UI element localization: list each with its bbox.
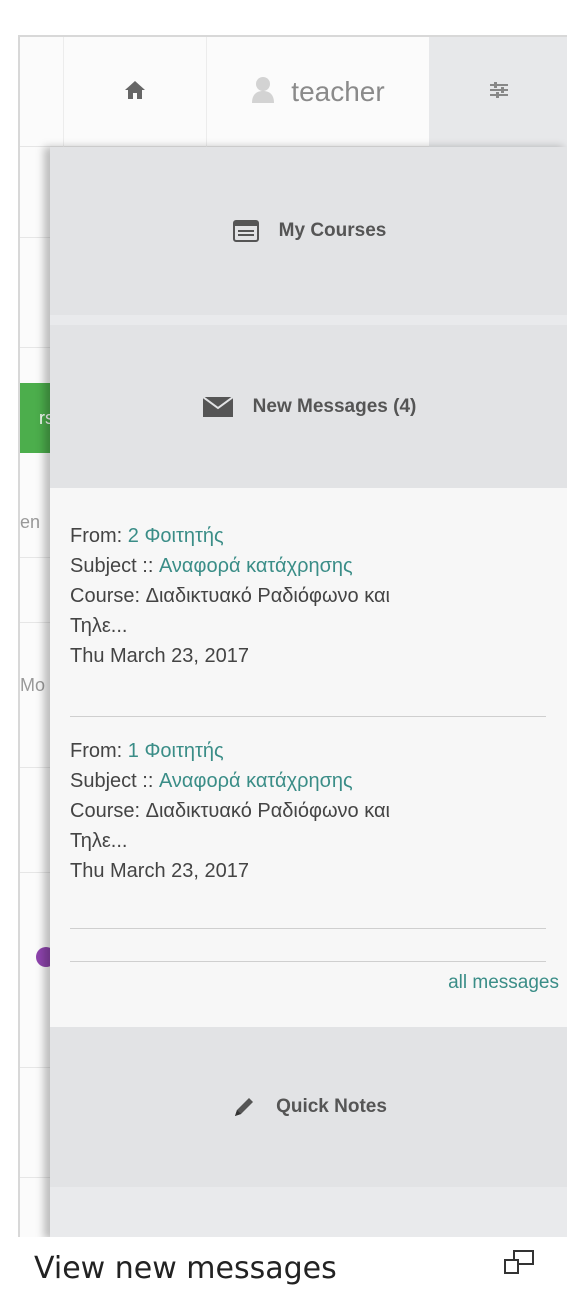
subject-link[interactable]: Αναφορά κατάχρησης [159,555,353,577]
course-name: Διαδικτυακό Ραδιόφωνο και [145,800,390,822]
sender-link[interactable]: 2 Φοιτητής [128,525,224,547]
course-name-cont: Τηλε... [70,615,128,637]
divider [20,237,54,238]
divider [20,347,54,348]
app-frame: teacher rs en Mo My Courses New Messages… [18,35,567,1237]
background-green-tab: rs [20,383,54,453]
user-icon [251,76,275,109]
divider [20,622,54,623]
divider [20,872,54,873]
subject-label: Subject :: [70,555,154,577]
pencil-icon [232,1095,256,1119]
subject-link[interactable]: Αναφορά κατάχρησης [159,770,353,792]
quick-notes-label: Quick Notes [276,1096,387,1117]
home-button[interactable] [63,37,207,147]
panel-bottom [50,1187,567,1237]
subject-label: Subject :: [70,770,154,792]
course-name-cont: Τηλε... [70,830,128,852]
new-messages-label: New Messages (4) [252,395,417,417]
all-messages-link[interactable]: all messages [448,972,559,994]
course-label: Course: [70,800,141,822]
divider [20,1067,54,1068]
top-bar: teacher [20,37,567,147]
background-fragment: en [20,512,41,532]
message-item[interactable]: From: 1 Φοιτητής Subject :: Αναφορά κατά… [70,736,546,886]
divider [20,557,54,558]
divider [70,961,546,962]
background-page-strip: rs en Mo [20,147,56,1237]
from-label: From: [70,525,123,547]
sliders-icon [489,81,509,104]
username-label: teacher [291,76,385,107]
envelope-icon [202,396,233,417]
divider [70,716,546,717]
divider [20,1177,54,1178]
message-date: Thu March 23, 2017 [70,860,249,882]
caption-text: View new messages [34,1251,337,1286]
my-courses-button[interactable]: My Courses [50,147,567,315]
course-label: Course: [70,585,141,607]
from-label: From: [70,740,123,762]
settings-button[interactable] [429,37,567,147]
message-item[interactable]: From: 2 Φοιτητής Subject :: Αναφορά κατά… [70,521,546,671]
course-window-icon [232,220,259,242]
side-panel: My Courses New Messages (4) From: 2 Φοιτ… [50,147,567,1237]
message-date: Thu March 23, 2017 [70,645,249,667]
divider [70,928,546,929]
my-courses-label: My Courses [278,220,387,241]
divider [20,767,54,768]
course-name: Διαδικτυακό Ραδιόφωνο και [145,585,390,607]
message-list: From: 2 Φοιτητής Subject :: Αναφορά κατά… [50,488,567,1027]
new-messages-button[interactable]: New Messages (4) [50,325,567,488]
screens-icon[interactable] [503,1249,535,1282]
home-icon [124,80,146,105]
sender-link[interactable]: 1 Φοιτητής [128,740,224,762]
quick-notes-button[interactable]: Quick Notes [50,1027,567,1187]
caption-bar: View new messages [0,1237,567,1302]
user-menu-button[interactable]: teacher [207,37,429,147]
background-fragment: Mo [20,675,46,695]
